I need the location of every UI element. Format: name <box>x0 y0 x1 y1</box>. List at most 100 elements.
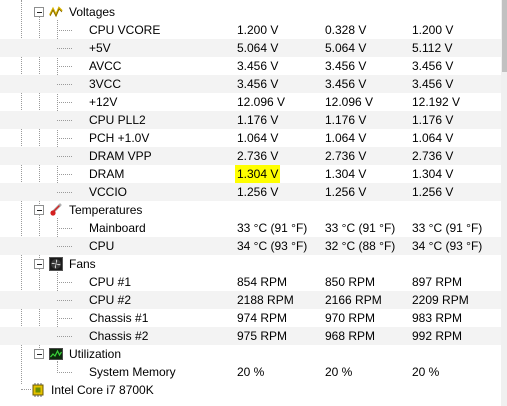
sensor-value-min: 970 RPM <box>325 311 376 325</box>
group-label: Temperatures <box>69 203 143 217</box>
sensor-row[interactable]: Chassis #1 974 RPM 970 RPM 983 RPM <box>0 309 501 327</box>
sensor-row[interactable]: CPU #1 854 RPM 850 RPM 897 RPM <box>0 273 501 291</box>
group-temperatures[interactable]: Temperatures <box>0 201 501 219</box>
sensor-value-current: 974 RPM <box>237 311 288 325</box>
sensor-name: PCH +1.0V <box>89 131 150 145</box>
sensor-value-max: 5.112 V <box>412 41 453 55</box>
sensor-name: CPU PLL2 <box>89 113 146 127</box>
group-label: Utilization <box>69 347 122 361</box>
sensor-value-min: 1.304 V <box>325 167 367 181</box>
sensor-value-current: 3.456 V <box>237 59 279 73</box>
sensor-value-min: 968 RPM <box>325 329 376 343</box>
cpu-chip-icon <box>32 383 44 397</box>
sensor-name: CPU #1 <box>89 275 132 289</box>
sensor-value-min: 850 RPM <box>325 275 376 289</box>
sensor-value-min: 1.064 V <box>325 131 367 145</box>
collapse-fans-button[interactable] <box>34 259 44 269</box>
tree-line <box>57 120 72 121</box>
sensor-value-max: 897 RPM <box>412 275 463 289</box>
group-voltages[interactable]: Voltages <box>0 3 501 21</box>
group-label: Voltages <box>69 5 116 19</box>
sensor-value-max: 1.256 V <box>412 185 454 199</box>
collapse-temperatures-button[interactable] <box>34 205 44 215</box>
fan-icon <box>49 257 63 271</box>
sensor-value-current: 975 RPM <box>237 329 288 343</box>
thermometer-icon <box>50 203 62 216</box>
tree-line <box>57 84 72 85</box>
sensor-row[interactable]: +12V 12.096 V 12.096 V 12.192 V <box>0 93 501 111</box>
tree-line <box>57 174 72 175</box>
sensor-value-min: 12.096 V <box>325 95 374 109</box>
sensor-value-min: 32 °C (88 °F) <box>325 239 396 253</box>
sensor-value-current: 12.096 V <box>237 95 286 109</box>
sensor-row[interactable]: CPU 34 °C (93 °F) 32 °C (88 °F) 34 °C (9… <box>0 237 501 255</box>
tree-node-cpu[interactable]: Intel Core i7 8700K <box>0 381 501 399</box>
sensor-row[interactable]: CPU PLL2 1.176 V 1.176 V 1.176 V <box>0 111 501 129</box>
scrollbar-thumb[interactable] <box>502 0 507 72</box>
sensor-value-min: 1.256 V <box>325 185 367 199</box>
sensor-value-max: 3.456 V <box>412 77 454 91</box>
sensor-value-min: 20 % <box>325 365 353 379</box>
sensor-value-max: 2.736 V <box>412 149 454 163</box>
sensor-name: +12V <box>89 95 118 109</box>
sensor-value-current: 1.064 V <box>237 131 279 145</box>
tree-line <box>57 102 72 103</box>
sensor-value-max: 1.304 V <box>412 167 454 181</box>
utilization-icon <box>49 348 63 360</box>
tree-line <box>57 300 72 301</box>
tree-line <box>57 318 72 319</box>
sensor-value-max: 33 °C (91 °F) <box>412 221 483 235</box>
collapse-voltages-button[interactable] <box>34 7 44 17</box>
sensor-value-current: 1.200 V <box>237 23 279 37</box>
vertical-scrollbar[interactable] <box>501 0 507 406</box>
sensor-value-min: 1.176 V <box>325 113 367 127</box>
group-label: Fans <box>69 257 96 271</box>
sensor-value-min: 0.328 V <box>325 23 367 37</box>
sensor-row[interactable]: +5V 5.064 V 5.064 V 5.112 V <box>0 39 501 57</box>
sensor-name: Chassis #2 <box>89 329 149 343</box>
sensor-value-current: 2.736 V <box>237 149 279 163</box>
sensor-value-min: 5.064 V <box>325 41 367 55</box>
tree-line <box>57 192 72 193</box>
group-utilization[interactable]: Utilization <box>0 345 501 363</box>
tree-line <box>57 30 72 31</box>
sensor-value-current: 2188 RPM <box>237 293 294 307</box>
sensor-row[interactable]: CPU #2 2188 RPM 2166 RPM 2209 RPM <box>0 291 501 309</box>
sensor-name: VCCIO <box>89 185 128 199</box>
sensor-row[interactable]: AVCC 3.456 V 3.456 V 3.456 V <box>0 57 501 75</box>
sensor-row[interactable]: PCH +1.0V 1.064 V 1.064 V 1.064 V <box>0 129 501 147</box>
sensor-name: 3VCC <box>89 77 122 91</box>
sensor-name: +5V <box>89 41 111 55</box>
sensor-row[interactable]: Chassis #2 975 RPM 968 RPM 992 RPM <box>0 327 501 345</box>
sensor-value-current: 20 % <box>237 365 265 379</box>
tree-line <box>57 282 72 283</box>
sensor-name: CPU <box>89 239 115 253</box>
sensor-value-current: 33 °C (91 °F) <box>237 221 308 235</box>
sensor-row[interactable]: 3VCC 3.456 V 3.456 V 3.456 V <box>0 75 501 93</box>
sensor-value-max: 1.200 V <box>412 23 454 37</box>
sensor-value-max: 983 RPM <box>412 311 463 325</box>
sensor-row[interactable]: CPU VCORE 1.200 V 0.328 V 1.200 V <box>0 21 501 39</box>
sensor-value-min: 33 °C (91 °F) <box>325 221 396 235</box>
sensor-row[interactable]: VCCIO 1.256 V 1.256 V 1.256 V <box>0 183 501 201</box>
sensor-value-max: 1.176 V <box>412 113 454 127</box>
sensor-value-current: 34 °C (93 °F) <box>237 239 308 253</box>
collapse-utilization-button[interactable] <box>34 349 44 359</box>
sensor-row[interactable]: DRAM 1.304 V 1.304 V 1.304 V <box>0 165 501 183</box>
sensor-value-min: 2166 RPM <box>325 293 382 307</box>
sensor-row[interactable]: DRAM VPP 2.736 V 2.736 V 2.736 V <box>0 147 501 165</box>
sensor-value-current: 854 RPM <box>237 275 288 289</box>
sensor-value-current: 1.256 V <box>237 185 279 199</box>
tree-node-label: Intel Core i7 8700K <box>51 383 154 397</box>
sensor-value-max: 1.064 V <box>412 131 454 145</box>
sensor-value-current: 5.064 V <box>237 41 279 55</box>
sensor-name: DRAM <box>89 167 125 181</box>
tree-line <box>57 48 72 49</box>
sensor-row[interactable]: Mainboard 33 °C (91 °F) 33 °C (91 °F) 33… <box>0 219 501 237</box>
sensor-tree[interactable]: Voltages CPU VCORE 1.200 V 0.328 V 1.200… <box>0 0 501 406</box>
group-fans[interactable]: Fans <box>0 255 501 273</box>
sensor-name: CPU VCORE <box>89 23 161 37</box>
sensor-row[interactable]: System Memory 20 % 20 % 20 % <box>0 363 501 381</box>
tree-line <box>57 246 72 247</box>
sensor-value-max: 34 °C (93 °F) <box>412 239 483 253</box>
